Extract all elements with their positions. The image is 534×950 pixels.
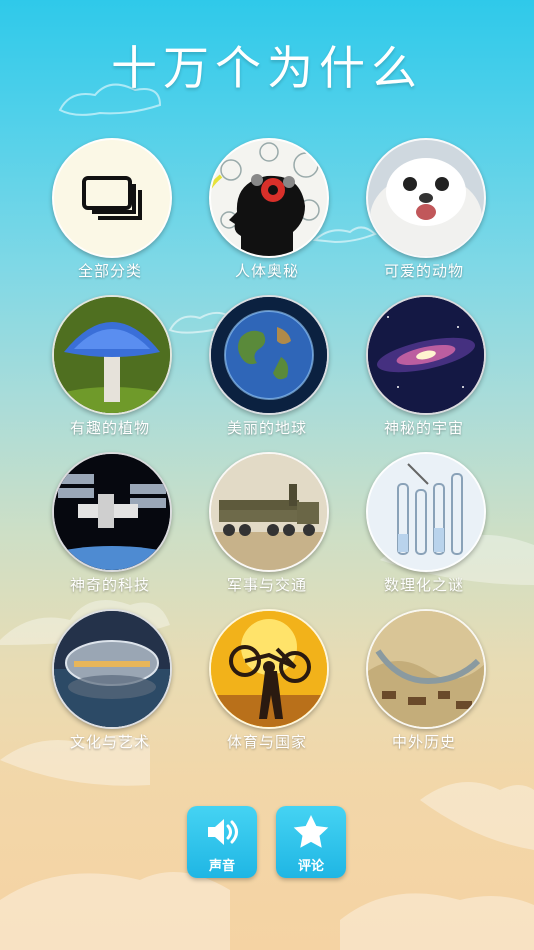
category-label: 数理化之谜 (383, 576, 464, 594)
category-label: 美丽的地球 (226, 419, 307, 437)
category-math-physics-chem[interactable]: 数理化之谜 (354, 452, 494, 602)
opera-house-icon (52, 609, 172, 729)
category-technology[interactable]: 神奇的科技 (40, 452, 180, 602)
space-station-icon (52, 452, 172, 572)
category-sports-nation[interactable]: 体育与国家 (197, 609, 337, 759)
category-label: 军事与交通 (226, 576, 307, 594)
earth-icon (209, 295, 329, 415)
category-earth[interactable]: 美丽的地球 (197, 295, 337, 445)
review-button[interactable]: 评论 (276, 806, 346, 878)
bottom-toolbar: 声音 评论 (0, 806, 534, 882)
category-animals[interactable]: 可爱的动物 (354, 138, 494, 288)
all-categories-icon (52, 138, 172, 258)
blue-mushroom-icon (52, 295, 172, 415)
category-all[interactable]: 全部分类 (40, 138, 180, 288)
human-head-gears-icon (209, 138, 329, 258)
category-plants[interactable]: 有趣的植物 (40, 295, 180, 445)
category-label: 文化与艺术 (69, 733, 150, 751)
category-label: 神秘的宇宙 (383, 419, 464, 437)
category-universe[interactable]: 神秘的宇宙 (354, 295, 494, 445)
galaxy-icon (366, 295, 486, 415)
sound-button-label: 声音 (208, 859, 235, 874)
category-history[interactable]: 中外历史 (354, 609, 494, 759)
category-culture-art[interactable]: 文化与艺术 (40, 609, 180, 759)
missile-truck-icon (209, 452, 329, 572)
seal-pup-icon (366, 138, 486, 258)
category-label: 有趣的植物 (69, 419, 150, 437)
star-icon (293, 815, 329, 848)
sound-button[interactable]: 声音 (187, 806, 257, 878)
test-tubes-icon (366, 452, 486, 572)
category-label: 全部分类 (77, 262, 142, 280)
category-military-transport[interactable]: 军事与交通 (197, 452, 337, 602)
category-human-body[interactable]: 人体奥秘 (197, 138, 337, 288)
review-button-label: 评论 (297, 859, 324, 874)
category-label: 体育与国家 (226, 733, 307, 751)
category-label: 神奇的科技 (69, 576, 150, 594)
category-label: 人体奥秘 (234, 262, 299, 280)
ancient-painting-icon (366, 609, 486, 729)
cyclist-sunset-icon (209, 609, 329, 729)
category-label: 中外历史 (391, 733, 456, 751)
app-title: 十万个为什么 (111, 41, 423, 95)
category-label: 可爱的动物 (383, 262, 464, 280)
speaker-icon (208, 819, 238, 845)
